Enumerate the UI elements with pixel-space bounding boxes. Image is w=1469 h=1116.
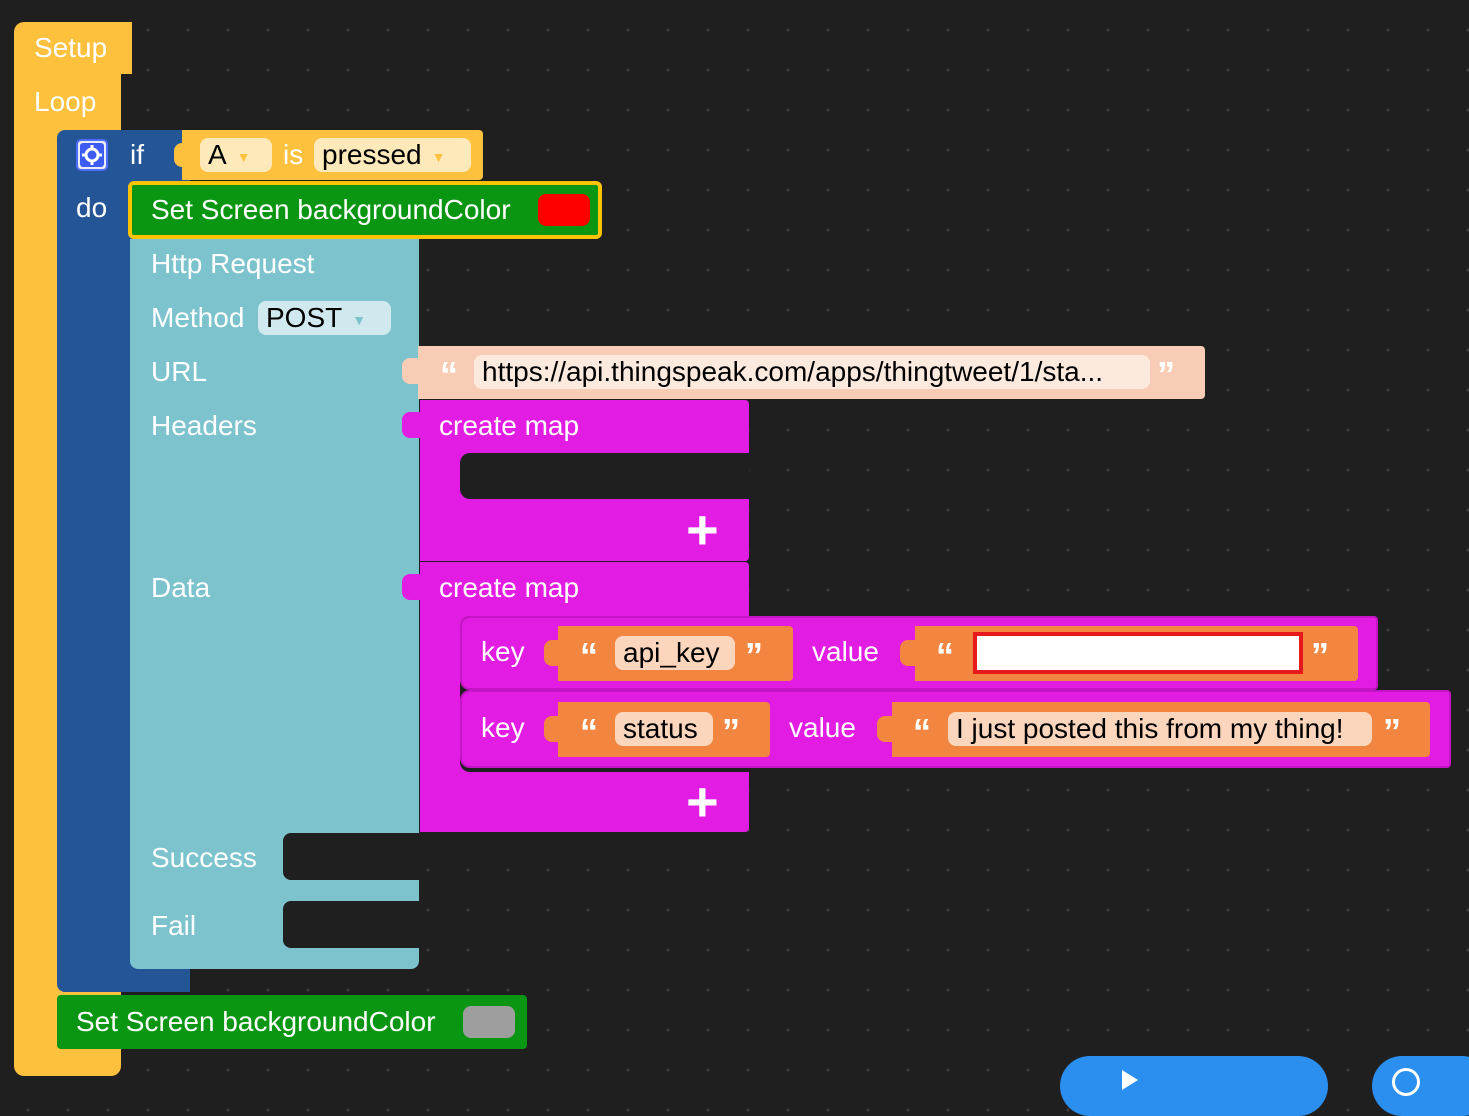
close-quote-icon: ” [1157,354,1175,395]
value-label: value [812,636,879,667]
open-quote-icon: “ [936,635,954,676]
data-label: Data [151,572,211,603]
if-gear-icon[interactable] [76,139,108,171]
headers-map-slot[interactable] [460,453,749,499]
data-map-connector [402,574,422,600]
close-quote-icon: ” [1383,711,1401,752]
run-button[interactable] [1060,1056,1328,1116]
chevron-down-icon: ▼ [352,311,367,328]
settings-round-button[interactable] [1372,1056,1469,1116]
close-quote-icon: ” [745,635,763,676]
value-connector [877,716,895,742]
state-dropdown[interactable]: pressed ▼ [314,138,471,172]
headers-label: Headers [151,410,257,441]
method-label: Method [151,302,245,333]
data-create-map-label: create map [439,572,580,603]
close-quote-icon: ” [722,711,740,752]
headers-create-map-label: create map [439,410,580,441]
key-label: key [481,712,525,743]
open-quote-icon: “ [580,635,598,676]
chevron-down-icon: ▼ [236,148,251,165]
if-label: if [130,139,144,170]
open-quote-icon: “ [440,354,458,395]
fail-slot[interactable] [283,901,419,948]
url-connector [402,358,420,384]
success-label: Success [151,842,257,873]
key-input[interactable]: status [615,712,713,746]
key-connector [544,716,562,742]
url-label: URL [151,356,208,387]
is-label: is [283,139,304,170]
api-key-value-input[interactable] [973,632,1303,674]
key-connector [544,640,562,666]
status-value-input[interactable]: I just posted this from my thing! [948,712,1372,746]
success-slot[interactable] [283,833,419,880]
key-label: key [481,636,525,667]
method-dropdown[interactable]: POST ▼ [258,301,391,335]
key-input[interactable]: api_key [615,636,735,670]
data-add-entry-icon[interactable]: + [686,774,719,830]
headers-add-entry-icon[interactable]: + [686,502,719,558]
loop-label: Loop [34,86,97,117]
color-swatch-red[interactable] [538,194,590,226]
chevron-down-icon: ▼ [431,148,446,165]
close-quote-icon: ” [1311,635,1329,676]
set-screen-color-label-1: Set Screen backgroundColor [151,194,511,225]
set-screen-color-label-2: Set Screen backgroundColor [76,1006,436,1037]
value-connector [900,640,918,666]
value-label: value [789,712,856,743]
open-quote-icon: “ [913,711,931,752]
condition-connector [174,143,188,167]
do-label: do [76,192,108,223]
http-request-title: Http Request [151,248,315,279]
fail-label: Fail [151,910,197,941]
open-quote-icon: “ [580,711,598,752]
headers-map-connector [402,412,422,438]
color-swatch-grey[interactable] [463,1006,515,1038]
play-icon [1122,1070,1138,1090]
url-input[interactable]: https://api.thingspeak.com/apps/thingtwe… [474,355,1150,389]
button-dropdown[interactable]: A ▼ [200,138,272,172]
power-icon [1392,1068,1420,1096]
setup-block[interactable]: Setup [14,22,132,74]
setup-label: Setup [34,32,108,63]
